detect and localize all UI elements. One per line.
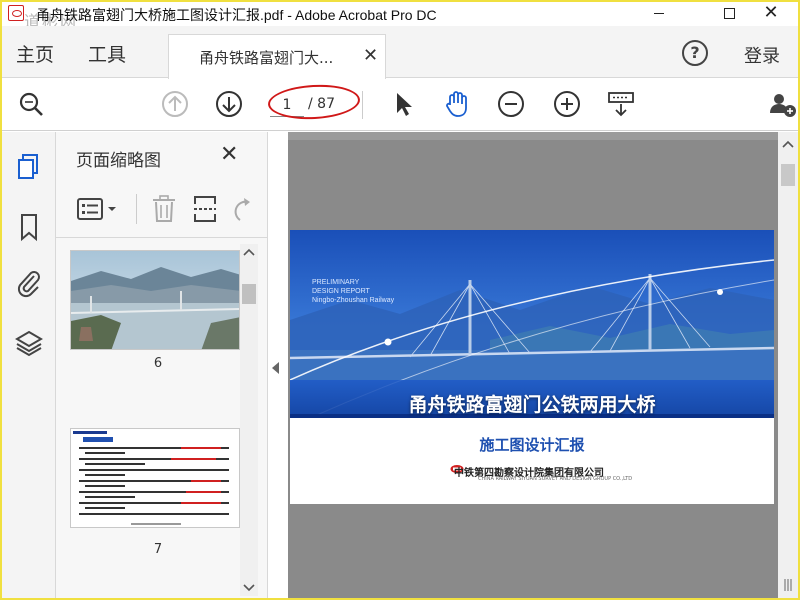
- options-menu-icon[interactable]: [76, 196, 120, 222]
- toolbar-separator: [362, 91, 363, 119]
- thumbnail-scroll-thumb[interactable]: [242, 284, 256, 304]
- search-zoom-icon[interactable]: [16, 89, 46, 119]
- thumbnail-page-6[interactable]: [70, 250, 240, 350]
- help-icon[interactable]: ?: [682, 40, 708, 66]
- title-bar: 道彬网 甬舟铁路富翅门大桥施工图设计汇报.pdf - Adobe Acrobat…: [2, 2, 798, 31]
- window-title: 甬舟铁路富翅门大桥施工图设计汇报.pdf - Adobe Acrobat Pro…: [36, 7, 437, 23]
- maximize-icon: [723, 7, 735, 19]
- menu-home[interactable]: 主页: [16, 40, 54, 67]
- collapse-panel-arrow-icon[interactable]: [272, 362, 279, 374]
- thumbnail-scrollbar[interactable]: [240, 244, 258, 596]
- delete-trash-icon[interactable]: [150, 194, 178, 224]
- cover-subtitle: 施工图设计汇报: [479, 436, 585, 454]
- menu-tools[interactable]: 工具: [88, 40, 126, 67]
- organization-name-english: CHINA RAILWAY SIYUAN SURVEY AND DESIGN G…: [478, 476, 633, 482]
- attachment-icon[interactable]: [14, 268, 44, 298]
- acrobat-app-icon: [8, 5, 24, 21]
- share-add-user-icon[interactable]: [768, 89, 798, 119]
- cover-english-line-3: Ningbo-Zhoushan Railway: [312, 297, 395, 304]
- bookmark-icon[interactable]: [14, 212, 44, 242]
- panel-toolbar: [56, 180, 268, 238]
- thumbnail-list: 6 7: [56, 242, 252, 598]
- main-toolbar: 1 / 87: [2, 79, 798, 131]
- panel-close-button[interactable]: ✕: [220, 142, 238, 167]
- cover-title: 甬舟铁路富翅门公铁两用大桥: [408, 394, 656, 416]
- acrobat-window: 道彬网 甬舟铁路富翅门大桥施工图设计汇报.pdf - Adobe Acrobat…: [2, 2, 798, 598]
- document-tab[interactable]: 甬舟铁路富翅门大... ✕: [168, 34, 386, 79]
- hand-tool-icon[interactable]: [442, 89, 472, 119]
- thumbnail-bridge-photo: [71, 251, 239, 349]
- document-scroll-thumb[interactable]: [781, 164, 795, 186]
- document-scrollbar[interactable]: [778, 132, 798, 598]
- thumbnail-label-6: 6: [153, 356, 163, 371]
- previous-page-edge: [288, 132, 778, 140]
- minimize-icon: [654, 12, 664, 14]
- next-page-icon[interactable]: [214, 89, 244, 119]
- panel-title: 页面缩略图: [76, 151, 161, 171]
- document-tab-label: 甬舟铁路富翅门大...: [199, 49, 334, 67]
- document-view: PRELIMINARY DESIGN REPORT Ningbo-Zhousha…: [288, 132, 778, 598]
- zoom-out-icon[interactable]: [496, 89, 526, 119]
- page-thumbnails-panel: 页面缩略图 ✕ 6 7: [56, 132, 268, 598]
- select-pointer-icon[interactable]: [388, 89, 418, 119]
- doc-resize-grip-icon[interactable]: [782, 578, 794, 592]
- pdf-cover-page: PRELIMINARY DESIGN REPORT Ningbo-Zhousha…: [290, 230, 774, 504]
- panel-tool-separator: [136, 194, 137, 224]
- thumbnail-page-7[interactable]: [70, 428, 240, 528]
- tab-bar: 主页 工具 甬舟铁路富翅门大... ✕ ? 登录: [2, 26, 798, 79]
- login-button[interactable]: 登录: [744, 42, 780, 68]
- cover-english-heading: PRELIMINARY DESIGN REPORT Ningbo-Zhousha…: [312, 278, 394, 305]
- layers-icon[interactable]: [14, 328, 44, 358]
- minimize-button[interactable]: [636, 2, 682, 24]
- cover-english-line-2: DESIGN REPORT: [312, 288, 370, 295]
- red-highlight-circle: [267, 82, 361, 122]
- document-tab-close-button[interactable]: ✕: [363, 45, 378, 66]
- thumbnail-text-page: [71, 429, 239, 527]
- maximize-button[interactable]: [706, 2, 752, 24]
- thumbnail-label-7: 7: [153, 542, 163, 557]
- fit-page-keyboard-icon[interactable]: [606, 89, 636, 119]
- close-icon: ✕: [763, 2, 779, 23]
- page-thumbnails-icon[interactable]: [14, 152, 44, 182]
- previous-page-icon[interactable]: [160, 89, 190, 119]
- close-window-button[interactable]: ✕: [748, 2, 794, 24]
- doc-scroll-up-arrow-icon[interactable]: [782, 140, 794, 148]
- zoom-in-icon[interactable]: [552, 89, 582, 119]
- scroll-up-arrow-icon[interactable]: [243, 248, 255, 256]
- left-navigation-rail: [2, 132, 56, 598]
- scroll-down-arrow-icon[interactable]: [243, 584, 255, 592]
- cover-english-line-1: PRELIMINARY: [312, 279, 360, 286]
- insert-pages-icon[interactable]: [192, 194, 218, 224]
- rotate-icon[interactable]: [232, 196, 252, 224]
